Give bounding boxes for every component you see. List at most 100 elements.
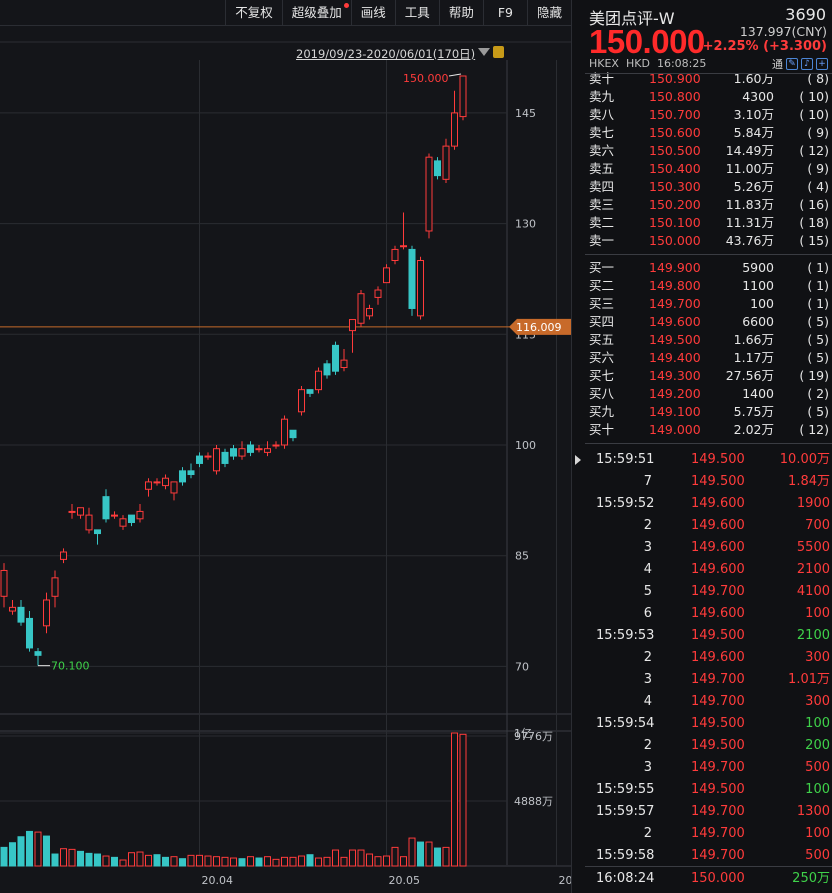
ask-row[interactable]: 卖五 150.400 11.00万 ( 9) — [589, 160, 829, 178]
trade-row: 2 149.700 100 — [596, 823, 830, 845]
level-count: ( 19) — [799, 368, 829, 383]
candle-body — [289, 429, 297, 439]
volume-bar — [306, 854, 314, 867]
candle-body — [9, 606, 16, 612]
kline-chart-panel[interactable]: 不复权 超级叠加 画线 工具 帮助 F9 隐藏 1451301151008570… — [0, 0, 571, 893]
trade-time: 15:59:54 — [596, 716, 655, 731]
volume-bar — [417, 841, 424, 867]
bid-row[interactable]: 买九 149.100 5.75万 ( 5) — [589, 403, 829, 421]
volume-bar — [136, 851, 144, 867]
level-label: 卖六 — [589, 143, 615, 158]
kline-svg[interactable]: 145130115100857020.0420.0520.061亿9776万48… — [0, 0, 571, 893]
ask-row[interactable]: 卖三 150.200 11.83万 ( 16) — [589, 196, 829, 214]
collapse-panel-icon[interactable] — [575, 455, 581, 465]
alert-bell-icon[interactable]: ♪ — [801, 58, 813, 70]
volume-bar — [264, 856, 271, 867]
bid-row[interactable]: 买八 149.200 1400 ( 2) — [589, 385, 829, 403]
level-label: 卖五 — [589, 161, 615, 176]
ticker-divider — [585, 866, 832, 867]
candle-body — [196, 455, 203, 464]
ask-row[interactable]: 卖八 150.700 3.10万 ( 10) — [589, 106, 829, 124]
trade-row: 15:59:57 149.700 1300 — [596, 801, 830, 823]
range-dropdown-icon[interactable] — [478, 48, 490, 56]
edit-icon[interactable]: ✎ — [786, 58, 798, 70]
trade-time: 2 — [643, 518, 652, 533]
bid-row[interactable]: 买五 149.500 1.66万 ( 5) — [589, 331, 829, 349]
candle-body — [374, 289, 382, 298]
ask-row[interactable]: 卖六 150.500 14.49万 ( 12) — [589, 142, 829, 160]
trade-price: 149.700 — [691, 584, 745, 599]
trade-time: 2 — [643, 650, 652, 665]
candle-body — [102, 496, 110, 520]
ask-row[interactable]: 卖九 150.800 4300 ( 10) — [589, 88, 829, 106]
trade-price: 149.500 — [691, 474, 745, 489]
level-volume: 100 — [750, 296, 774, 311]
exchange-label: HKEX — [589, 57, 619, 70]
candle-body — [442, 145, 450, 180]
candle-body — [247, 444, 254, 453]
candle-body — [238, 448, 246, 457]
level-count: ( 12) — [799, 143, 829, 158]
bid-row[interactable]: 买十 149.000 2.02万 ( 12) — [589, 421, 829, 439]
max-pointer — [448, 73, 462, 77]
level-price: 150.300 — [649, 179, 701, 194]
volume-bar — [51, 853, 59, 867]
ask-row[interactable]: 卖一 150.000 43.76万 ( 15) — [589, 232, 829, 250]
trade-time: 15:59:57 — [596, 804, 655, 819]
trade-time: 15:59:55 — [596, 782, 655, 797]
level-volume: 5.75万 — [733, 404, 774, 419]
bid-row[interactable]: 买七 149.300 27.56万 ( 19) — [589, 367, 829, 385]
candle-body — [459, 75, 467, 118]
level-volume: 11.83万 — [725, 197, 774, 212]
candle-body — [145, 481, 152, 490]
add-watch-icon[interactable]: + — [816, 58, 828, 70]
level-count: ( 5) — [807, 350, 829, 365]
trade-time: 15:59:58 — [596, 848, 655, 863]
volume-bar — [26, 830, 33, 867]
level-count: ( 10) — [799, 107, 829, 122]
candle-body — [391, 248, 399, 261]
level-count: ( 5) — [807, 332, 829, 347]
bid-row[interactable]: 买六 149.400 1.17万 ( 5) — [589, 349, 829, 367]
level-label: 买三 — [589, 296, 615, 311]
level-price: 150.800 — [649, 89, 701, 104]
bid-row[interactable]: 买三 149.700 100 ( 1) — [589, 295, 829, 313]
level-label: 卖七 — [589, 125, 615, 140]
volume-bar — [400, 856, 407, 867]
bid-row[interactable]: 买四 149.600 6600 ( 5) — [589, 313, 829, 331]
bid-row[interactable]: 买一 149.900 5900 ( 1) — [589, 259, 829, 277]
ask-row[interactable]: 卖七 150.600 5.84万 ( 9) — [589, 124, 829, 142]
volume-bar — [349, 849, 356, 867]
volume-bar — [281, 856, 288, 867]
lock-icon[interactable] — [493, 46, 504, 58]
ask-row[interactable]: 卖二 150.100 11.31万 ( 18) — [589, 214, 829, 232]
trade-time: 3 — [643, 760, 652, 775]
volume-bar — [111, 856, 118, 867]
ask-row[interactable]: 卖四 150.300 5.26万 ( 4) — [589, 178, 829, 196]
volume-bar — [383, 855, 390, 867]
date-range-label[interactable]: 2019/09/23-2020/06/01(170日) — [296, 46, 475, 62]
level-volume: 5900 — [742, 260, 774, 275]
level-price: 149.000 — [649, 422, 701, 437]
trade-time: 15:59:51 — [596, 452, 655, 467]
trade-volume: 100 — [805, 606, 830, 621]
level-count: ( 12) — [799, 422, 829, 437]
level-label: 买十 — [589, 422, 615, 437]
candle-body — [340, 359, 348, 369]
volume-bar — [247, 856, 254, 867]
date-tick-label: 20.06 — [559, 874, 572, 887]
grid-layer — [0, 41, 571, 867]
bid-row[interactable]: 买二 149.800 1100 ( 1) — [589, 277, 829, 295]
currency-label: HKD — [625, 57, 650, 70]
date-tick-label: 20.04 — [202, 874, 234, 887]
level-label: 买二 — [589, 278, 615, 293]
level-count: ( 9) — [807, 161, 829, 176]
candle-body — [400, 245, 407, 248]
candle-body — [323, 363, 331, 376]
candle-body — [357, 293, 365, 324]
level-count: ( 10) — [799, 89, 829, 104]
volume-bar — [9, 842, 16, 867]
level-price: 149.600 — [649, 314, 701, 329]
price-change: +2.25% (+3.300) — [702, 39, 827, 54]
exchange-info: HKEX HKD 16:08:25 — [589, 57, 706, 70]
